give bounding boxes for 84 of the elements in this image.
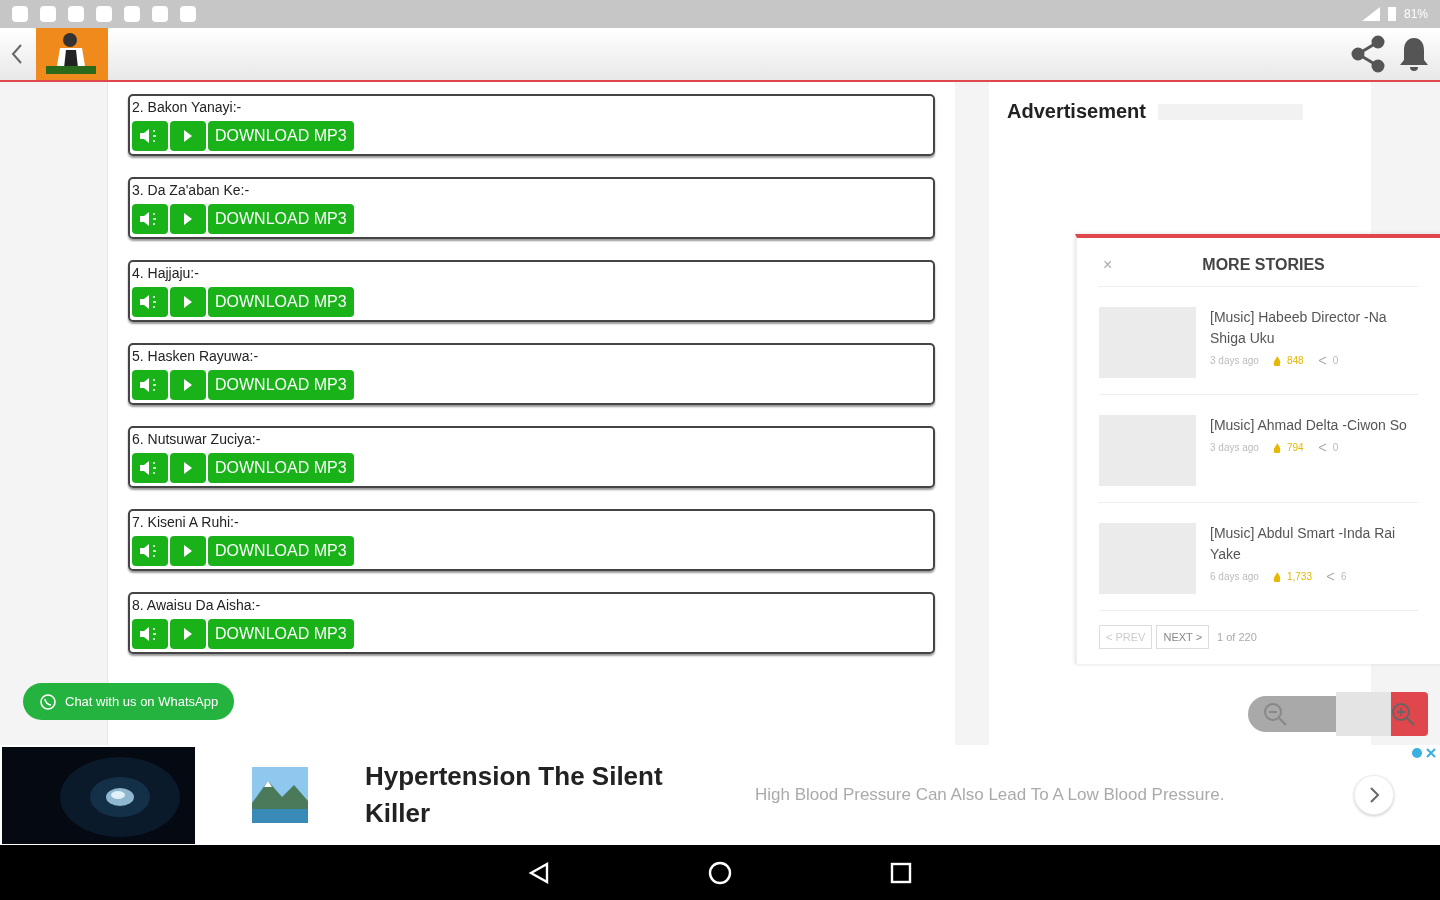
- close-button[interactable]: ×: [1099, 256, 1117, 274]
- download-button[interactable]: DOWNLOAD MP3: [208, 287, 354, 317]
- signal-icon: [1361, 7, 1380, 21]
- share-icon: [1317, 443, 1327, 452]
- play-icon: [183, 544, 193, 558]
- play-icon: [183, 378, 193, 392]
- share-count: 6: [1340, 571, 1347, 582]
- share-icon: [1325, 572, 1335, 581]
- share-icon: [1317, 356, 1327, 365]
- volume-button[interactable]: [132, 619, 168, 649]
- download-button[interactable]: DOWNLOAD MP3: [208, 370, 354, 400]
- volume-button[interactable]: [132, 121, 168, 151]
- home-icon[interactable]: [708, 860, 732, 885]
- play-icon: [183, 212, 193, 226]
- zoom-out-icon: [1262, 701, 1288, 727]
- page-indicator: 1 of 220: [1217, 631, 1257, 643]
- fire-icon: [1272, 442, 1281, 453]
- play-button[interactable]: [170, 121, 206, 151]
- share-count: 0: [1332, 355, 1339, 366]
- next-arrow-button[interactable]: [1354, 775, 1394, 815]
- fire-icon: [1272, 571, 1281, 582]
- view-count: 794: [1286, 442, 1304, 453]
- panel-title: MORE STORIES: [1202, 256, 1325, 274]
- song-title: 7. Kiseni A Ruhi:-: [132, 514, 240, 532]
- back-icon[interactable]: [528, 860, 550, 885]
- download-button[interactable]: DOWNLOAD MP3: [208, 619, 354, 649]
- fire-icon: [1272, 355, 1281, 366]
- download-button[interactable]: DOWNLOAD MP3: [208, 453, 354, 483]
- ad-description: High Blood Pressure Can Also Lead To A Low Blood Pressure.: [755, 785, 1225, 805]
- chevron-right-icon: [1368, 786, 1380, 804]
- story-time: 3 days ago: [1210, 442, 1259, 453]
- play-icon: [183, 129, 193, 143]
- ad-title[interactable]: Hypertension The Silent Killer: [365, 758, 695, 832]
- volume-button[interactable]: [132, 536, 168, 566]
- view-count: 848: [1286, 355, 1304, 366]
- play-icon: [183, 627, 193, 641]
- play-button[interactable]: [170, 370, 206, 400]
- sidebar-heading: Advertisement: [1007, 100, 1146, 123]
- notification-icon: [96, 6, 112, 22]
- share-count: 0: [1332, 442, 1339, 453]
- song-title: 6. Nutsuwar Zuciya:-: [132, 431, 262, 449]
- notification-icon: [124, 6, 140, 22]
- logo-icon[interactable]: [36, 28, 108, 80]
- story-time: 6 days ago: [1210, 571, 1259, 582]
- song-title: 3. Da Za'aban Ke:-: [132, 182, 251, 200]
- notification-icon: [12, 6, 28, 22]
- song-title: 4. Hajjaju:-: [132, 265, 200, 283]
- play-button[interactable]: [170, 287, 206, 317]
- view-count: 1,733: [1286, 571, 1312, 582]
- story-link[interactable]: [Music] Habeeb Director -Na Shiga Uku: [1210, 307, 1418, 349]
- whatsapp-icon: [39, 692, 57, 711]
- notification-icon: [68, 6, 84, 22]
- zoom-in-icon: [1390, 701, 1416, 727]
- volume-button[interactable]: [132, 204, 168, 234]
- play-icon: [183, 461, 193, 475]
- volume-button[interactable]: [132, 370, 168, 400]
- zoom-in-button[interactable]: [1336, 692, 1428, 736]
- play-icon: [183, 295, 193, 309]
- volume-button[interactable]: [132, 453, 168, 483]
- song-title: 2. Bakon Yanayi:-: [132, 99, 243, 117]
- volume-button[interactable]: [132, 287, 168, 317]
- play-button[interactable]: [170, 204, 206, 234]
- song-title: 8. Awaisu Da Aisha:-: [132, 597, 262, 615]
- story-link[interactable]: [Music] Ahmad Delta -Ciwon So: [1210, 415, 1407, 436]
- play-button[interactable]: [170, 536, 206, 566]
- download-button[interactable]: DOWNLOAD MP3: [208, 204, 354, 234]
- battery-icon: [1387, 7, 1396, 21]
- download-button[interactable]: DOWNLOAD MP3: [208, 536, 354, 566]
- download-button[interactable]: DOWNLOAD MP3: [208, 121, 354, 151]
- play-button[interactable]: [170, 453, 206, 483]
- recents-icon[interactable]: [890, 861, 912, 884]
- zoom-out-button[interactable]: [1248, 696, 1336, 732]
- song-title: 5. Hasken Rayuwa:-: [132, 348, 260, 366]
- notification-icon: [152, 6, 168, 22]
- bell-icon[interactable]: [1398, 36, 1430, 72]
- notification-icon: [180, 6, 196, 22]
- notification-icon: [40, 6, 56, 22]
- story-link[interactable]: [Music] Abdul Smart -Inda Rai Yake: [1210, 523, 1418, 565]
- ad-choices-icon[interactable]: [1411, 747, 1437, 759]
- battery-level: 81%: [1403, 7, 1428, 21]
- whatsapp-chat-button[interactable]: Chat with us on WhatsApp: [23, 683, 235, 720]
- next-button[interactable]: NEXT >: [1156, 625, 1210, 649]
- play-button[interactable]: [170, 619, 206, 649]
- story-time: 3 days ago: [1210, 355, 1259, 366]
